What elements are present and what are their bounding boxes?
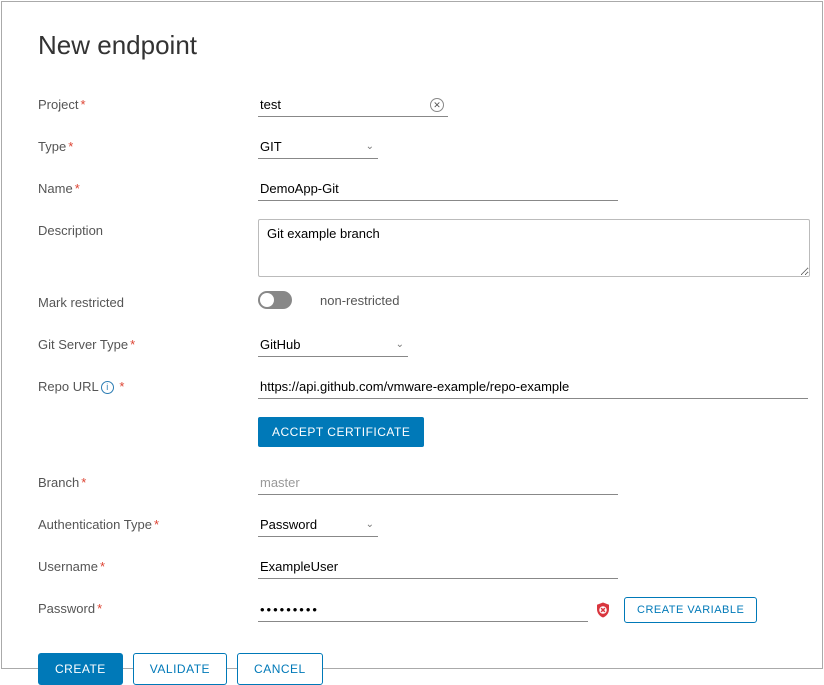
name-label: Name* xyxy=(38,177,258,196)
type-label: Type* xyxy=(38,135,258,154)
branch-label: Branch* xyxy=(38,471,258,490)
username-label: Username* xyxy=(38,555,258,574)
auth-type-select[interactable]: Password xyxy=(258,513,378,537)
password-input[interactable] xyxy=(258,598,588,622)
branch-input[interactable] xyxy=(258,471,618,495)
shield-warning-icon xyxy=(594,601,612,619)
cancel-button[interactable]: CANCEL xyxy=(237,653,323,685)
info-icon[interactable]: i xyxy=(101,381,114,394)
create-variable-button[interactable]: CREATE VARIABLE xyxy=(624,597,757,623)
mark-restricted-label: Mark restricted xyxy=(38,291,258,310)
auth-type-label: Authentication Type* xyxy=(38,513,258,532)
git-server-type-select[interactable]: GitHub xyxy=(258,333,408,357)
restricted-status: non-restricted xyxy=(320,293,399,308)
create-button[interactable]: CREATE xyxy=(38,653,123,685)
restricted-toggle[interactable] xyxy=(258,291,292,309)
username-input[interactable] xyxy=(258,555,618,579)
type-select[interactable]: GIT xyxy=(258,135,378,159)
repo-url-label: Repo URLi * xyxy=(38,375,258,395)
password-label: Password* xyxy=(38,597,258,616)
project-label: Project* xyxy=(38,93,258,112)
repo-url-input[interactable] xyxy=(258,375,808,399)
accept-certificate-button[interactable]: ACCEPT CERTIFICATE xyxy=(258,417,424,447)
git-server-type-label: Git Server Type* xyxy=(38,333,258,352)
description-label: Description xyxy=(38,219,258,238)
description-textarea[interactable]: Git example branch xyxy=(258,219,810,277)
validate-button[interactable]: VALIDATE xyxy=(133,653,227,685)
clear-project-icon[interactable]: ✕ xyxy=(430,98,444,112)
name-input[interactable] xyxy=(258,177,618,201)
project-input[interactable] xyxy=(258,93,448,117)
new-endpoint-panel: New endpoint Project* ✕ Type* GIT ⌄ Name… xyxy=(1,1,823,669)
page-title: New endpoint xyxy=(38,30,786,61)
